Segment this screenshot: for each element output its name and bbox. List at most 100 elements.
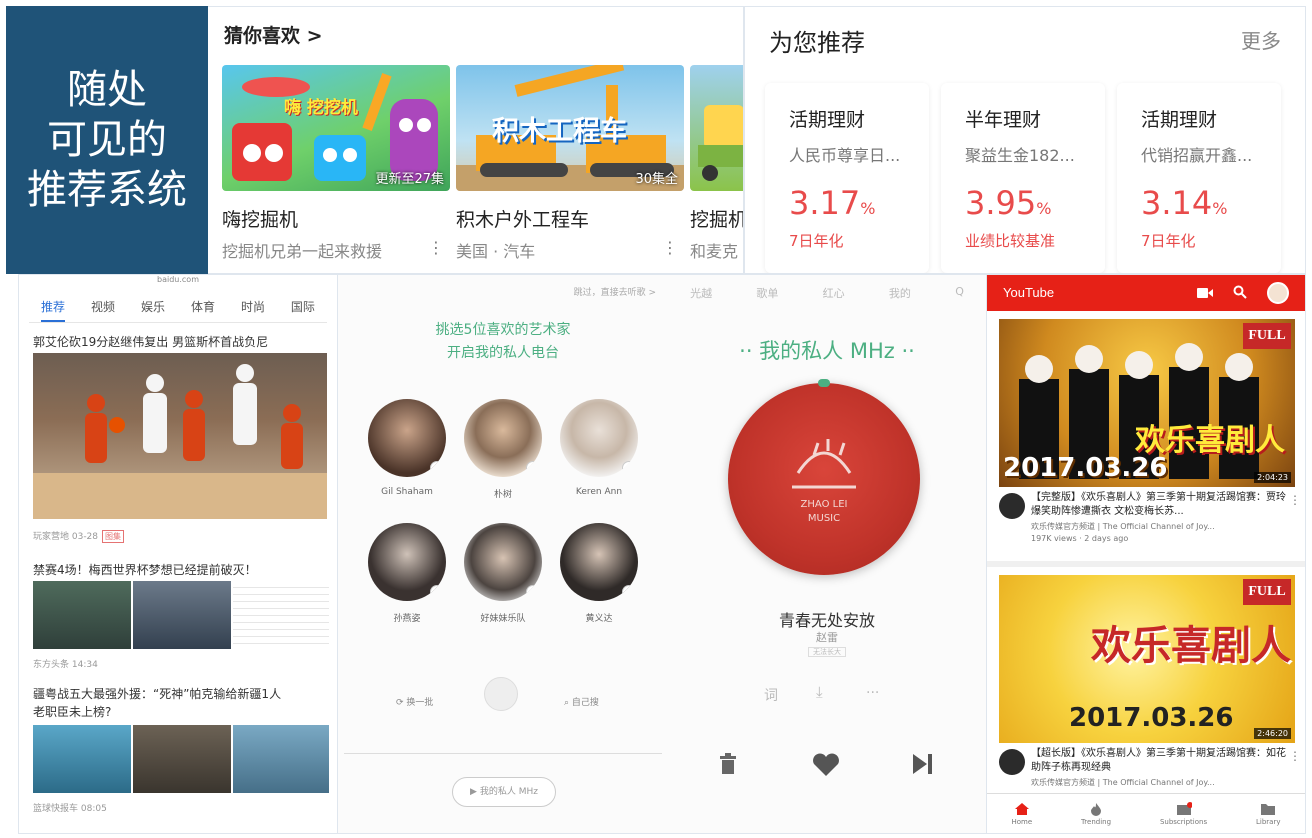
my-mhz-button[interactable]: ▶ 我的私人 MHz <box>452 777 556 807</box>
channel-avatar[interactable] <box>999 493 1025 519</box>
search-icon[interactable] <box>1233 285 1247 299</box>
video-subtitle: 挖掘机兄弟一起来救援 <box>222 242 383 261</box>
check-icon: ✓ <box>430 461 444 475</box>
news-headline[interactable]: 禁赛4场！梅西世界杯梦想已经提前破灭！ <box>33 561 257 578</box>
artist-option[interactable]: ✓ Keren Ann <box>560 399 638 497</box>
news-thumbnail[interactable] <box>133 581 231 649</box>
video-title[interactable]: 挖掘机 <box>690 205 743 232</box>
tab-video[interactable]: 视频 <box>91 295 115 322</box>
title-line-3: 推荐系统 <box>27 167 187 213</box>
video-result[interactable]: FULL 欢乐喜剧人 2017.03.26 2:04:23 【完整版】《欢乐喜剧… <box>987 311 1305 561</box>
news-thumbnail[interactable] <box>233 725 329 793</box>
artist-option[interactable]: ✓ 好妹妹乐队 <box>464 523 542 624</box>
download-icon[interactable]: ⤓ <box>816 683 823 701</box>
video-result[interactable]: FULL 欢乐喜剧人 2017.03.26 2:46:20 【超长版】《欢乐喜剧… <box>987 567 1305 797</box>
more-options-icon[interactable]: ⋮ <box>428 238 444 257</box>
video-card[interactable]: 挖掘机 和麦克 <box>690 65 743 262</box>
nav-library[interactable]: Library <box>1256 802 1281 826</box>
artist-option[interactable]: ✓ 黄义达 <box>560 523 638 624</box>
thumbnail-date: 2017.03.26 <box>1003 453 1168 483</box>
trash-icon[interactable] <box>718 753 738 775</box>
news-image[interactable] <box>33 353 327 519</box>
news-thumbnail[interactable] <box>33 581 131 649</box>
home-icon <box>1014 802 1029 815</box>
video-thumbnail[interactable]: 积木工程车 30集全 <box>456 65 684 191</box>
video-subtitle: 和麦克 <box>690 242 739 261</box>
news-table-thumbnail[interactable] <box>233 581 329 649</box>
channel-avatar[interactable] <box>999 749 1025 775</box>
nav-subscriptions[interactable]: Subscriptions <box>1160 801 1207 826</box>
tab-recommend[interactable]: 推荐 <box>41 295 66 322</box>
video-thumbnail[interactable]: FULL 欢乐喜剧人 2017.03.26 2:46:20 <box>999 575 1295 743</box>
video-card[interactable]: 嗨 挖挖机 更新至27集 嗨挖掘机 挖掘机兄弟一起来救援 ⋮ <box>222 65 450 262</box>
video-title[interactable]: 【完整版】《欢乐喜剧人》第三季第十期复活踢馆赛：贾玲爆笑助阵惨遭撕衣 文松变梅长… <box>1031 491 1291 519</box>
refresh-button[interactable]: ⟳ 换一批 <box>396 695 433 708</box>
video-thumbnail[interactable]: 嗨 挖挖机 更新至27集 <box>222 65 450 191</box>
rate-unit: % <box>1036 199 1052 218</box>
artist-name: 黄义达 <box>585 614 613 624</box>
heart-icon[interactable] <box>812 753 840 777</box>
song-artist: 赵雷 <box>816 631 838 644</box>
more-options-icon[interactable]: ⋮ <box>1289 493 1301 507</box>
show-title: 欢乐喜剧人 <box>1091 623 1291 669</box>
tab-fashion[interactable]: 时尚 <box>241 295 265 322</box>
artist-option[interactable]: ✓ Gil Shaham <box>368 399 446 497</box>
product-name: 聚益生金182... <box>965 146 1075 165</box>
youtube-logo[interactable]: YouTube <box>1003 285 1054 300</box>
tab-mine[interactable]: 我的 <box>889 285 911 301</box>
video-card[interactable]: 积木工程车 30集全 积木户外工程车 美国 · 汽车 ⋮ <box>456 65 684 262</box>
artist-option[interactable]: ✓ 孙燕姿 <box>368 523 446 624</box>
skip-link[interactable]: 跳过，直接去听歌 > <box>574 285 656 298</box>
news-headline[interactable]: 疆粤战五大最强外援：“死神”帕克输给新疆1人 <box>33 685 281 702</box>
video-thumbnail[interactable] <box>690 65 743 191</box>
tab-search[interactable]: Q <box>955 285 964 301</box>
video-section-header[interactable]: 猜你喜欢 > <box>224 21 323 48</box>
finance-product-card[interactable]: 活期理财 人民币尊享日... 3.17% 7日年化 <box>765 83 929 273</box>
more-link[interactable]: 更多 <box>1241 25 1281 54</box>
nav-trending[interactable]: Trending <box>1081 802 1111 826</box>
tab-playlists[interactable]: 歌单 <box>756 285 778 301</box>
more-icon[interactable]: ··· <box>866 685 879 701</box>
more-options-icon[interactable]: ⋮ <box>1289 749 1301 763</box>
tab-discover[interactable]: 光越 <box>690 285 712 301</box>
pick-artists-line-1: 挑选5位喜欢的艺术家 <box>435 322 571 338</box>
progress-knob[interactable] <box>818 379 830 387</box>
full-badge: FULL <box>1243 323 1291 349</box>
album-disc[interactable]: ZHAO LEI MUSIC <box>728 383 920 575</box>
news-headline-continued[interactable]: 老职臣未上榜? <box>33 703 111 720</box>
video-title[interactable]: 积木户外工程车 <box>456 205 684 232</box>
finance-product-card[interactable]: 活期理财 代销招赢开鑫... 3.14% 7日年化 <box>1117 83 1281 273</box>
product-rate: 3.95 <box>965 184 1037 222</box>
mhz-title: ·· 我的私人 MHz ·· <box>739 339 915 363</box>
video-title[interactable]: 【超长版】《欢乐喜剧人》第三季第十期复活踢馆赛：如花助阵子栋再现经典 <box>1031 747 1291 775</box>
refresh-label: 换一批 <box>406 698 434 708</box>
lyrics-button[interactable]: 词 <box>764 685 778 705</box>
account-avatar[interactable] <box>1267 282 1289 304</box>
finance-product-card[interactable]: 半年理财 聚益生金182... 3.95% 业绩比较基准 <box>941 83 1105 273</box>
tab-entertainment[interactable]: 娱乐 <box>141 295 165 322</box>
video-thumbnail[interactable]: FULL 欢乐喜剧人 2017.03.26 2:04:23 <box>999 319 1295 487</box>
artist-name: 孙燕姿 <box>393 614 421 624</box>
check-icon: ✓ <box>526 585 540 599</box>
more-options-icon[interactable]: ⋮ <box>662 238 678 257</box>
camera-icon[interactable] <box>1197 287 1213 299</box>
artist-option[interactable]: ✓ 朴树 <box>464 399 542 500</box>
news-thumbnail[interactable] <box>133 725 231 793</box>
url-bar: baidu.com <box>157 275 199 284</box>
news-thumbnail[interactable] <box>33 725 131 793</box>
tab-favorites[interactable]: 红心 <box>823 285 845 301</box>
subscriptions-icon <box>1176 801 1193 815</box>
tab-international[interactable]: 国际 <box>291 295 315 322</box>
tab-sports[interactable]: 体育 <box>191 295 215 322</box>
artist-name: 好妹妹乐队 <box>480 614 526 624</box>
thumbnail-title: 嗨 挖挖机 <box>284 98 358 118</box>
title-box: 随处 可见的 推荐系统 <box>6 6 208 274</box>
artist-picker-screen: 跳过，直接去听歌 > 挑选5位喜欢的艺术家 开启我的私人电台 ✓ Gil Sha… <box>338 275 668 833</box>
nav-home[interactable]: Home <box>1011 802 1032 826</box>
product-rate: 3.14 <box>1141 184 1213 222</box>
user-avatar-placeholder-icon[interactable] <box>484 677 518 711</box>
news-headline[interactable]: 郭艾伦砍19分赵继伟复出 男篮斯杯首战负尼 <box>33 333 268 350</box>
next-track-icon[interactable] <box>912 753 934 775</box>
search-button[interactable]: ⌕ 自己搜 <box>564 695 599 708</box>
video-title[interactable]: 嗨挖掘机 <box>222 205 450 232</box>
